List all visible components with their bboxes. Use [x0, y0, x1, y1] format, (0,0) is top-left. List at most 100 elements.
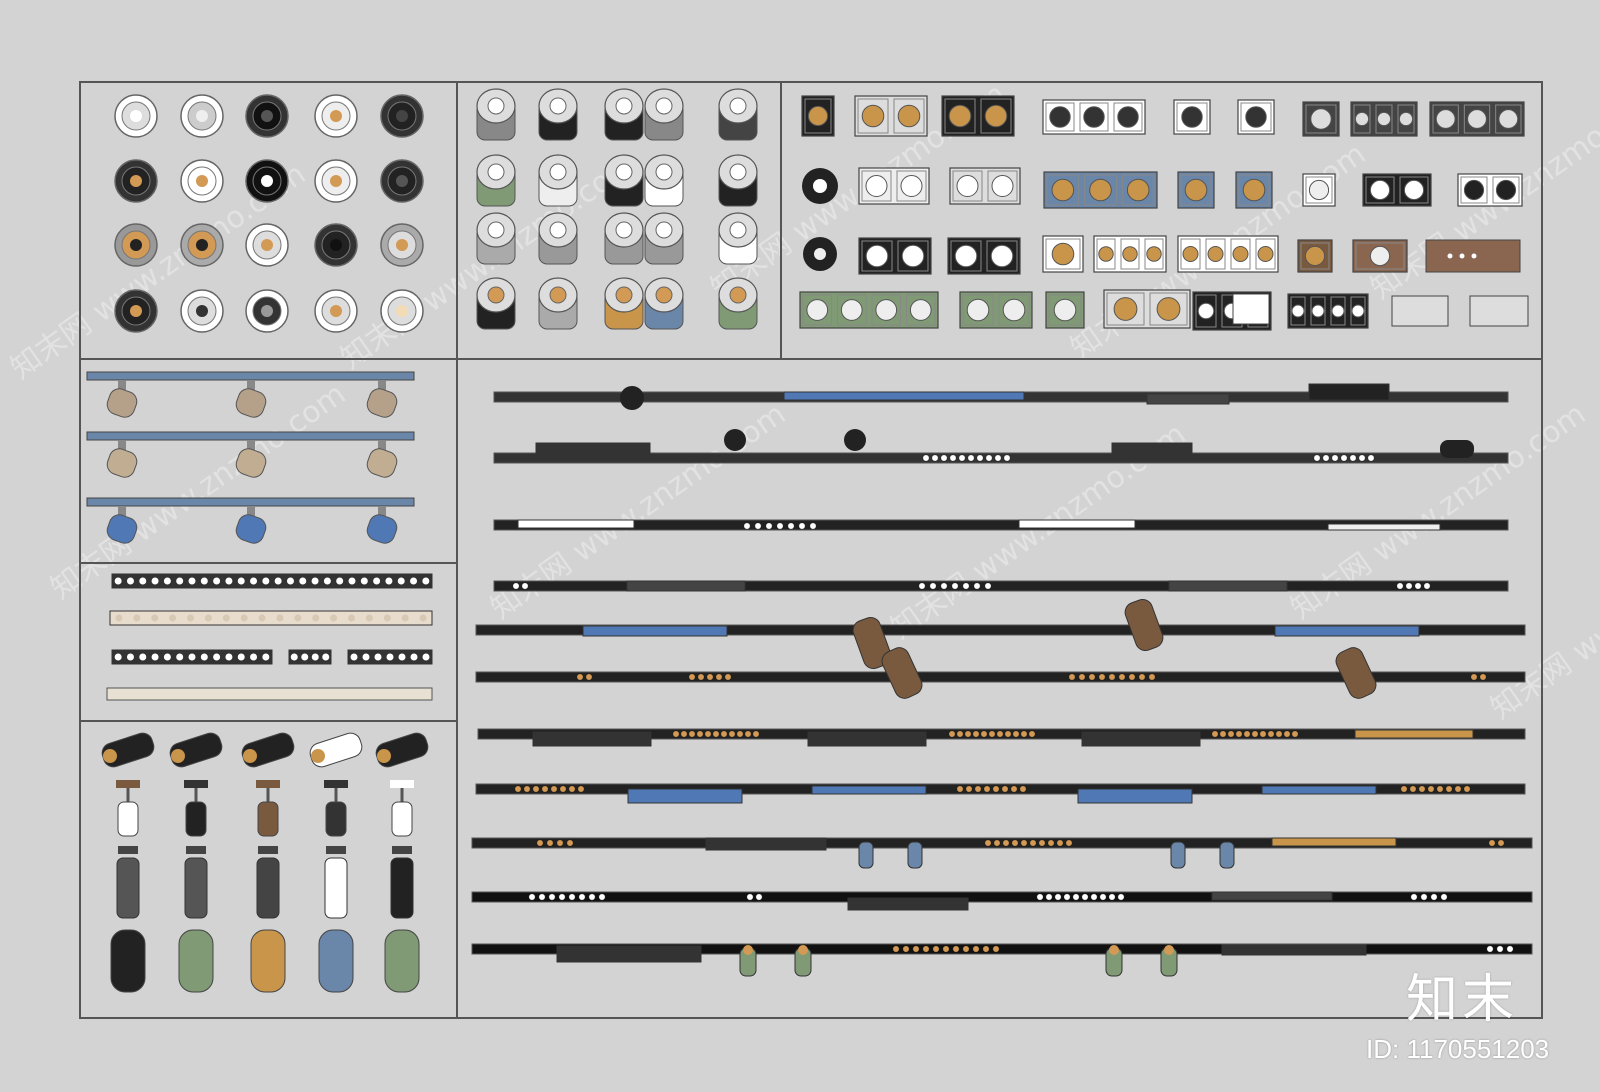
track-led	[967, 454, 975, 462]
track-led	[1078, 673, 1086, 681]
track-led	[1470, 673, 1478, 681]
track-led	[577, 785, 585, 793]
track-led	[588, 893, 596, 901]
strip-led	[365, 614, 373, 622]
track-rail	[86, 497, 415, 507]
spot-lens	[1164, 945, 1174, 955]
spot-lens	[377, 749, 391, 763]
grille-lens	[1126, 178, 1150, 202]
track-led	[1243, 730, 1251, 738]
strip-led	[294, 614, 302, 622]
strip-led	[311, 577, 319, 585]
grille-lens	[1122, 246, 1138, 262]
cylinder-lens	[729, 286, 747, 304]
track-led	[672, 730, 680, 738]
strip-led	[204, 614, 212, 622]
grille-lens	[1398, 111, 1414, 127]
linear-diffuser	[517, 519, 635, 529]
track-led	[1002, 839, 1010, 847]
grille-module	[626, 580, 746, 592]
warm-diffuser	[1354, 729, 1474, 739]
strip-led	[133, 614, 141, 622]
track-led	[940, 582, 948, 590]
track-led	[744, 730, 752, 738]
cylinder-lens	[655, 286, 673, 304]
downlight-lens	[261, 175, 273, 187]
track-led	[1340, 454, 1348, 462]
track-led	[1029, 839, 1037, 847]
track-led	[1099, 893, 1107, 901]
track-led	[1420, 893, 1428, 901]
id-prefix: ID:	[1366, 1034, 1400, 1064]
grille-lens	[1304, 245, 1326, 267]
strip-led	[312, 614, 320, 622]
strip-led	[410, 577, 418, 585]
track-led	[1418, 785, 1426, 793]
track-led	[528, 893, 536, 901]
track-led	[1108, 673, 1116, 681]
linear-strip-diffuser	[106, 687, 433, 701]
track-led	[1275, 730, 1283, 738]
track-led	[798, 522, 806, 530]
strip-led	[398, 653, 406, 661]
spot-head	[844, 429, 866, 451]
strip-led	[139, 577, 147, 585]
spot-lens	[1109, 945, 1119, 955]
blue-diffuser	[582, 625, 728, 637]
downlight-lens	[330, 110, 342, 122]
cylinder-lens	[615, 163, 633, 181]
track-led	[704, 730, 712, 738]
track-led	[1396, 582, 1404, 590]
grille-lens	[1197, 302, 1215, 320]
grille-lens	[1113, 297, 1138, 321]
grille-lens	[984, 104, 1008, 128]
warm-diffuser	[1271, 837, 1397, 847]
grille-lens	[991, 175, 1014, 197]
cylinder-lens	[729, 163, 747, 181]
track-led	[1219, 730, 1227, 738]
spot-lens	[171, 749, 185, 763]
downlight-lens	[396, 305, 408, 317]
track-led	[918, 582, 926, 590]
strip-led	[200, 577, 208, 585]
track-led	[1019, 785, 1027, 793]
grille-lens	[1369, 245, 1391, 267]
strip-led	[222, 614, 230, 622]
grille-panel	[1391, 295, 1449, 327]
track-led	[1409, 785, 1417, 793]
track-led	[536, 839, 544, 847]
catalog-canvas: 知末网 www.znzmo.com 知末网 www.znzmo.com 知末网 ww…	[0, 0, 1600, 1092]
track-led	[1065, 839, 1073, 847]
blue-diffuser	[627, 788, 743, 804]
track-led	[1440, 893, 1448, 901]
track-led	[578, 893, 586, 901]
id-value: 1170551203	[1406, 1034, 1550, 1064]
cylinder-body	[384, 929, 420, 993]
strip-led	[114, 577, 122, 585]
grille-module	[847, 897, 969, 911]
cylinder-lens	[549, 163, 567, 181]
track-led	[1020, 730, 1028, 738]
track-led	[949, 454, 957, 462]
strip-led	[262, 577, 270, 585]
grille-lens	[861, 104, 885, 128]
track-led	[1358, 454, 1366, 462]
cylinder-lens	[729, 221, 747, 239]
grille-lens	[1376, 111, 1392, 127]
magnetic-spot	[907, 841, 923, 869]
strip-led	[250, 653, 258, 661]
grille-lens	[1291, 304, 1305, 318]
track-led	[931, 454, 939, 462]
track-led	[1072, 893, 1080, 901]
strip-led	[422, 577, 430, 585]
downlight-lens	[396, 175, 408, 187]
track-led	[743, 522, 751, 530]
track-led	[932, 945, 940, 953]
magnetic-spot	[1170, 841, 1186, 869]
strip-led	[276, 614, 284, 622]
strip-led	[213, 653, 221, 661]
strip-led	[290, 653, 298, 661]
strip-led	[419, 614, 427, 622]
cylinder-lens	[615, 97, 633, 115]
track-led	[1283, 730, 1291, 738]
